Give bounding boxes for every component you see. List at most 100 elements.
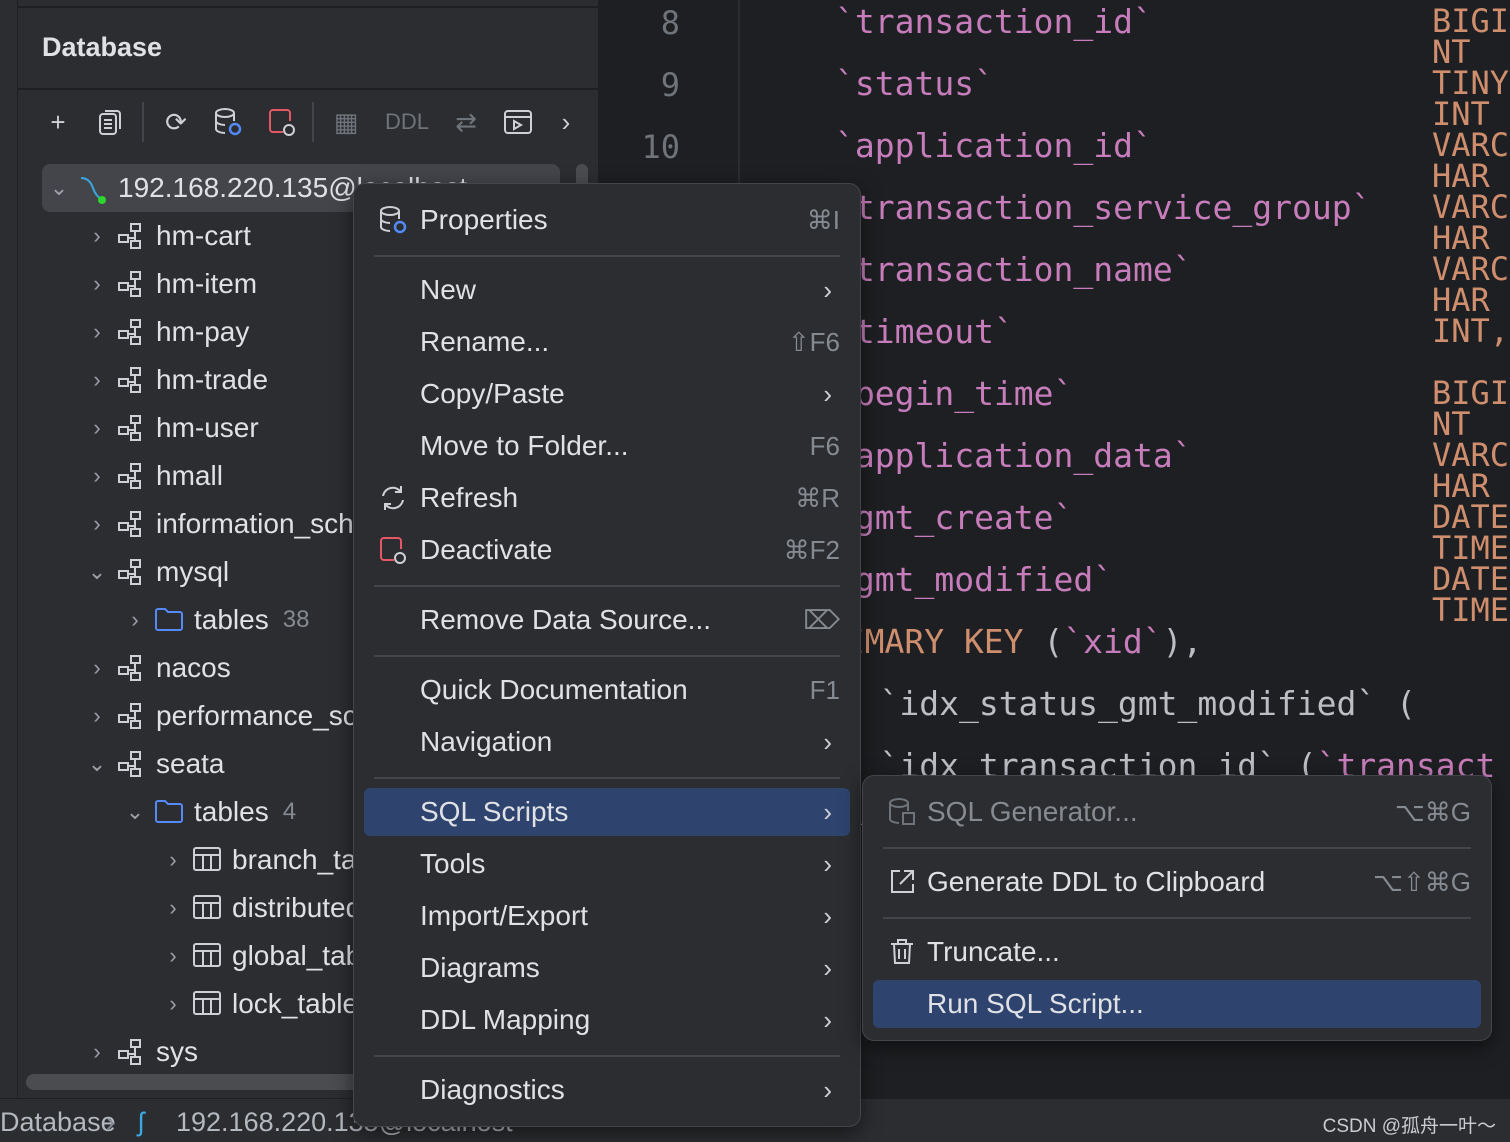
column-type: VARCHAR — [1432, 436, 1510, 505]
folder-icon — [154, 798, 184, 826]
chevron-down-icon[interactable]: ⌄ — [46, 175, 72, 201]
menu-item[interactable]: New › — [364, 266, 850, 314]
code-line: `transaction_name` — [835, 250, 1510, 290]
plus-icon[interactable]: + — [40, 104, 76, 140]
menu-item[interactable]: Deactivate ⌘F2 — [364, 526, 850, 574]
menu-item[interactable]: SQL Generator... ⌥⌘G — [873, 788, 1481, 836]
menu-item-label: Diagrams — [420, 952, 540, 983]
menu-item[interactable]: Remove Data Source... ⌦ — [364, 596, 850, 644]
code-token: `transaction_service_group` — [835, 188, 1372, 227]
chevron-right-icon[interactable]: › — [84, 511, 110, 537]
compare-icon[interactable]: ⇄ — [448, 104, 484, 140]
tree-item[interactable]: ⌄ mysql — [84, 550, 229, 594]
refresh-icon[interactable]: ⟳ — [158, 104, 194, 140]
chevron-right-icon[interactable]: › — [160, 991, 186, 1017]
ddl-button[interactable]: DDL — [382, 104, 432, 140]
chevron-right-icon[interactable]: › — [84, 415, 110, 441]
tree-item[interactable]: › sys — [84, 1030, 198, 1074]
chevron-right-icon: › — [823, 952, 832, 983]
menu-item[interactable]: Diagnostics › — [364, 1066, 850, 1114]
menu-item-label: Truncate... — [927, 936, 1060, 967]
chevron-down-icon[interactable]: ⌄ — [84, 751, 110, 777]
menu-item[interactable]: Rename... ⇧F6 — [364, 318, 850, 366]
code-line: `gmt_create` — [835, 498, 1510, 538]
tree-item[interactable]: › hmall — [84, 454, 223, 498]
export-icon — [887, 867, 917, 897]
chevron-right-icon[interactable]: › — [160, 895, 186, 921]
tree-item[interactable]: › hm-trade — [84, 358, 268, 402]
deactivate-icon — [378, 535, 408, 565]
chevron-right-icon[interactable]: › — [84, 367, 110, 393]
chevron-down-icon[interactable]: ⌄ — [122, 799, 148, 825]
menu-item-label: Diagnostics — [420, 1074, 565, 1105]
tree-item-label: hm-item — [156, 268, 258, 299]
chevron-right-icon[interactable]: › — [84, 655, 110, 681]
menu-item[interactable]: DDL Mapping › — [364, 996, 850, 1044]
column-type: VARCHAR — [1432, 126, 1510, 195]
chevron-right-icon: › — [823, 274, 832, 305]
menu-item[interactable]: SQL Scripts › — [364, 788, 850, 836]
menu-item[interactable]: Import/Export › — [364, 892, 850, 940]
deactivate-icon[interactable] — [264, 104, 300, 140]
menu-item[interactable]: Refresh ⌘R — [364, 474, 850, 522]
tree-item[interactable]: › nacos — [84, 646, 230, 690]
tree-item[interactable]: › hm-user — [84, 406, 258, 450]
menu-item[interactable]: Tools › — [364, 840, 850, 888]
menu-item[interactable]: Generate DDL to Clipboard ⌥⇧⌘G — [873, 858, 1481, 906]
chevron-right-icon[interactable]: › — [84, 223, 110, 249]
menu-item[interactable]: Properties ⌘I — [364, 196, 850, 244]
console-icon[interactable] — [500, 104, 536, 140]
tree-item-label: lock_table — [232, 988, 359, 1019]
code-line: `begin_time` — [835, 374, 1510, 414]
copy-icon[interactable] — [92, 104, 128, 140]
chevron-right-icon[interactable]: › — [84, 463, 110, 489]
tree-item[interactable]: › hm-cart — [84, 214, 251, 258]
chevron-right-icon: › — [823, 1074, 832, 1105]
menu-item-label: Navigation — [420, 726, 553, 757]
item-count: 4 — [282, 798, 297, 825]
menu-item[interactable]: Diagrams › — [364, 944, 850, 992]
menu-item[interactable]: Truncate... — [873, 928, 1481, 976]
tree-item-label: seata — [156, 748, 225, 779]
datasource-properties-icon[interactable] — [210, 104, 246, 140]
chevron-right-icon[interactable]: › — [548, 104, 584, 140]
chevron-right-icon[interactable]: › — [160, 847, 186, 873]
table-icon[interactable]: ▦ — [328, 104, 364, 140]
chevron-right-icon[interactable]: › — [84, 1039, 110, 1065]
menu-item[interactable]: Quick Documentation F1 — [364, 666, 850, 714]
tree-item[interactable]: › tables 38 — [122, 598, 309, 642]
trash-icon — [887, 937, 917, 967]
schema-icon — [116, 558, 146, 586]
tree-item[interactable]: › hm-pay — [84, 310, 249, 354]
code-token: `application_data` — [835, 436, 1193, 475]
tree-item[interactable]: › hm-item — [84, 262, 257, 306]
horizontal-scrollbar[interactable] — [26, 1074, 366, 1090]
breadcrumb-database[interactable]: Database — [0, 1107, 116, 1138]
menu-item-label: New — [420, 274, 477, 305]
tree-item-label: tables — [194, 796, 269, 827]
tree-item[interactable]: ⌄ tables 4 — [122, 790, 296, 834]
menu-item-label: Rename... — [420, 326, 550, 357]
line-number: 9 — [660, 66, 680, 104]
menu-item-label: SQL Generator... — [927, 796, 1138, 827]
chevron-right-icon[interactable]: › — [160, 943, 186, 969]
menu-item[interactable]: Copy/Paste › — [364, 370, 850, 418]
previous-panel-fragment: src — [18, 0, 598, 8]
chevron-right-icon[interactable]: › — [122, 607, 148, 633]
chevron-right-icon[interactable]: › — [84, 703, 110, 729]
chevron-right-icon[interactable]: › — [84, 271, 110, 297]
column-type: BIGINT — [1432, 374, 1510, 443]
code-token: ), — [1162, 622, 1203, 661]
menu-item[interactable]: Run SQL Script... — [873, 980, 1481, 1028]
menu-item[interactable]: Navigation › — [364, 718, 850, 766]
tree-item[interactable]: › lock_table — [160, 982, 358, 1026]
menu-separator — [374, 1055, 840, 1057]
tree-item[interactable]: ⌄ seata — [84, 742, 225, 786]
menu-item[interactable]: Move to Folder... F6 — [364, 422, 850, 470]
chevron-right-icon[interactable]: › — [84, 319, 110, 345]
tree-item[interactable]: › global_table — [160, 934, 383, 978]
menu-separator — [374, 655, 840, 657]
code-token: ( — [1043, 622, 1064, 661]
chevron-down-icon[interactable]: ⌄ — [84, 559, 110, 585]
column-type: DATETIME — [1432, 560, 1510, 629]
